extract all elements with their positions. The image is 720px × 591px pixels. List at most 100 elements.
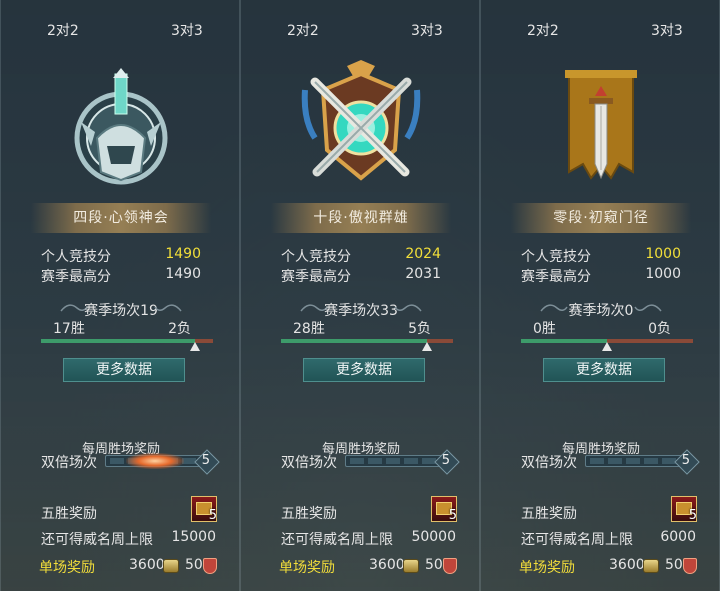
bar-segment [350, 458, 364, 464]
bar-segment [404, 458, 418, 464]
single-match-reward-label: 单场奖励 [39, 560, 95, 576]
season-matches: 赛季场次19 [84, 303, 158, 319]
losses-count: 0负 [648, 321, 671, 337]
season-high-row: 赛季最高分 1490 [41, 266, 201, 286]
win-ratio-fill [281, 339, 427, 343]
shield-icon [203, 558, 217, 574]
win-ratio-bar [281, 339, 453, 351]
season-high-row: 赛季最高分 1000 [521, 266, 681, 286]
rank-name: 零段·初窥门径 [511, 203, 691, 233]
bar-segment [386, 458, 400, 464]
bar-segment [608, 458, 622, 464]
win-ratio-fill [41, 339, 195, 343]
tab-2v2[interactable]: 2对2 [287, 20, 319, 40]
double-matches-label: 双倍场次 [41, 455, 97, 471]
single-match-reward-label: 单场奖励 [279, 560, 335, 576]
tab-2v2[interactable]: 2对2 [47, 20, 79, 40]
double-matches-bar: 5 [585, 449, 700, 475]
remaining-cap-value: 6000 [660, 529, 696, 545]
personal-score-value: 1000 [645, 246, 681, 262]
cloud-ornament-icon [154, 304, 182, 312]
coin-reward-value: 3600 [129, 557, 165, 573]
chest-count: 5 [208, 508, 217, 523]
win-loss-row: 0胜 0负 [521, 318, 671, 337]
mode-tabs: 2对2 3对3 [481, 20, 720, 42]
coin-reward-value: 3600 [369, 557, 405, 573]
shield-icon [443, 558, 457, 574]
bar-segment [644, 458, 658, 464]
chest-count: 5 [688, 508, 697, 523]
coin-icon [403, 559, 419, 573]
bar-segment [368, 458, 382, 464]
reward-chest-icon[interactable]: 5 [191, 496, 217, 523]
rank-name: 四段·心领神会 [31, 203, 211, 233]
rank-panel-1: 2对2 3对3 四段·心领神会 个人竞技分 1490 赛季最高分 1490 赛季… [0, 0, 240, 591]
more-data-button[interactable]: 更多数据 [303, 358, 425, 382]
coin-icon [643, 559, 659, 573]
bar-segment [110, 458, 124, 464]
double-matches-bar: 5 [345, 449, 460, 475]
losses-count: 5负 [408, 321, 431, 337]
tab-3v3[interactable]: 3对3 [411, 20, 443, 40]
shield-reward-value: 50 [425, 557, 443, 573]
win-ratio-bar [41, 339, 213, 351]
season-high-label: 赛季最高分 [281, 269, 351, 285]
coin-icon [163, 559, 179, 573]
season-high-value: 1490 [165, 266, 201, 282]
bar-segment [590, 458, 604, 464]
five-win-reward-label: 五胜奖励 [41, 506, 97, 522]
five-win-reward-label: 五胜奖励 [281, 506, 337, 522]
silver-helmet-emblem-icon [74, 68, 168, 185]
personal-score-value: 2024 [405, 246, 441, 262]
shield-reward-value: 50 [665, 557, 683, 573]
five-win-reward-label: 五胜奖励 [521, 506, 577, 522]
remaining-cap-label: 还可得威名周上限 [281, 532, 393, 548]
wins-count: 17胜 [53, 321, 85, 337]
mode-tabs: 2对2 3对3 [1, 20, 241, 42]
personal-score-row: 个人竞技分 1490 [41, 246, 201, 266]
bar-segment [626, 458, 640, 464]
shield-reward-value: 50 [185, 557, 203, 573]
personal-score-label: 个人竞技分 [281, 249, 351, 265]
personal-score-row: 个人竞技分 1000 [521, 246, 681, 266]
season-high-label: 赛季最高分 [41, 269, 111, 285]
double-progress-glow [126, 453, 184, 469]
sword-banner-emblem-icon [565, 70, 637, 180]
remaining-cap-label: 还可得威名周上限 [41, 532, 153, 548]
season-high-row: 赛季最高分 2031 [281, 266, 441, 286]
win-ratio-bar [521, 339, 693, 351]
mode-tabs: 2对2 3对3 [241, 20, 481, 42]
win-ratio-marker-icon [422, 342, 432, 351]
tab-3v3[interactable]: 3对3 [171, 20, 203, 40]
win-ratio-marker-icon [190, 342, 200, 351]
win-loss-row: 28胜 5负 [281, 318, 431, 337]
remaining-cap-row: 还可得威名周上限 50000 [281, 529, 456, 549]
cloud-ornament-icon [394, 304, 422, 312]
more-data-button[interactable]: 更多数据 [63, 358, 185, 382]
remaining-cap-row: 还可得威名周上限 6000 [521, 529, 696, 549]
double-count: 5 [681, 453, 690, 468]
reward-chest-icon[interactable]: 5 [431, 496, 457, 523]
tab-3v3[interactable]: 3对3 [651, 20, 683, 40]
chest-count: 5 [448, 508, 457, 523]
personal-score-value: 1490 [165, 246, 201, 262]
double-matches-label: 双倍场次 [521, 455, 577, 471]
coin-reward-value: 3600 [609, 557, 645, 573]
more-data-button[interactable]: 更多数据 [543, 358, 665, 382]
personal-score-label: 个人竞技分 [41, 249, 111, 265]
win-ratio-fill [521, 339, 607, 343]
double-count: 5 [201, 453, 210, 468]
remaining-cap-label: 还可得威名周上限 [521, 532, 633, 548]
reward-chest-icon[interactable]: 5 [671, 496, 697, 523]
cloud-ornament-icon [634, 304, 662, 312]
single-match-reward-label: 单场奖励 [519, 560, 575, 576]
tab-2v2[interactable]: 2对2 [527, 20, 559, 40]
season-high-value: 2031 [405, 266, 441, 282]
double-matches-bar: 5 [105, 449, 220, 475]
remaining-cap-value: 15000 [171, 529, 216, 545]
crossed-swords-shield-emblem-icon [301, 60, 421, 181]
wins-count: 28胜 [293, 321, 325, 337]
season-high-value: 1000 [645, 266, 681, 282]
rank-name: 十段·傲视群雄 [271, 203, 451, 233]
losses-count: 2负 [168, 321, 191, 337]
